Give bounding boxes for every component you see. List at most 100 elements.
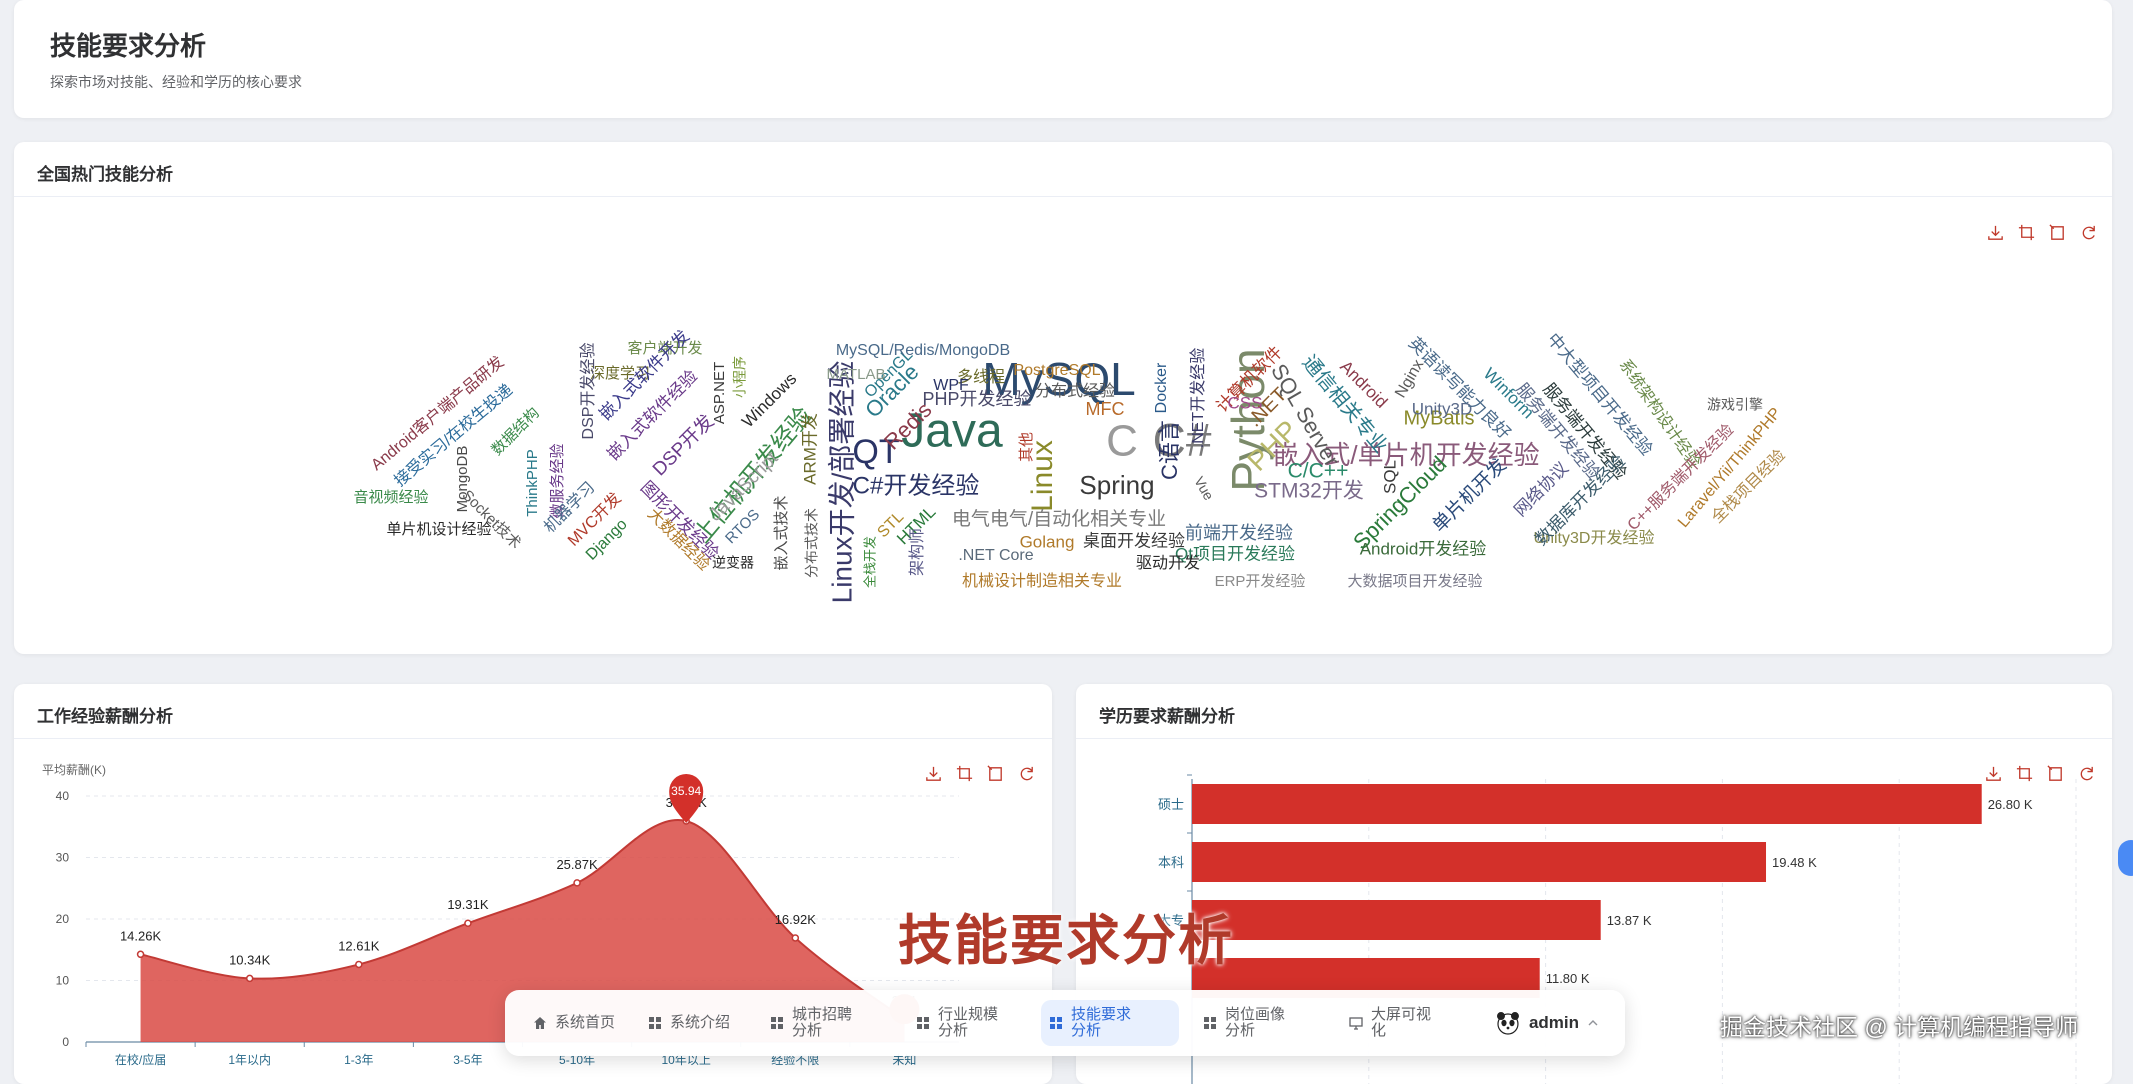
home-icon [534, 1017, 546, 1029]
overlay-title: 技能要求分析 [898, 911, 1234, 971]
wordcloud-word: Docker [1153, 362, 1170, 413]
skills-wordcloud: MySQLJava C C# PythonLinuxQTSpringC#开发经验Lin… [353, 326, 1788, 604]
wordcloud-word: 逆变器 [712, 555, 754, 571]
wordcloud-word: C/C++ [1288, 460, 1349, 483]
wordcloud-word: ASP.NET [711, 362, 728, 424]
wordcloud-word: 全栈开发 [862, 536, 877, 588]
wordcloud-word: Socket技术 [459, 487, 525, 553]
nav-home[interactable]: 系统首页 [525, 1000, 623, 1046]
wordcloud-word: 其他 [1018, 432, 1035, 462]
data-label: 16.92K [775, 912, 817, 927]
wordcloud-word: 前端开发经验 [1185, 523, 1293, 543]
wordcloud-word: 分布式技术 [804, 508, 820, 578]
data-label: 10.34K [229, 952, 271, 967]
nav-label: 系统介绍 [670, 1014, 731, 1031]
nav-intro[interactable]: 系统介绍 [640, 1000, 738, 1046]
nav-label: 技能要求分析 [1071, 1006, 1132, 1039]
avatar [1496, 1012, 1519, 1035]
wordcloud-word: .NET开发经验 [1189, 348, 1207, 448]
data-label: 25.87K [556, 857, 598, 872]
data-label: 14.26K [120, 928, 162, 943]
dock-nav: 系统首页 系统介绍 城市招聘分析 行业规模分析 技能要求分析 岗位画像分析 大屏… [505, 990, 1625, 1056]
nav-city[interactable]: 城市招聘分析 [762, 1000, 860, 1046]
data-point[interactable] [791, 934, 800, 942]
max-marker-pin [669, 773, 704, 823]
user-menu[interactable]: admin [1487, 1000, 1607, 1046]
nav-industry[interactable]: 行业规模分析 [908, 1000, 1006, 1046]
bar-value-label: 19.48 K [1772, 855, 1817, 870]
monitor-icon [1349, 1017, 1363, 1030]
nav-label: 城市招聘分析 [792, 1006, 853, 1039]
wordcloud-word: 大数据项目开发经验 [1347, 573, 1482, 590]
wordcloud-word: C [1106, 417, 1138, 466]
nav-skills[interactable]: 技能要求分析 [1041, 1000, 1179, 1046]
wordcloud-word: MATLAB [827, 366, 886, 383]
page-subtitle: 探索市场对技能、经验和学历的核心要求 [50, 74, 302, 90]
wordcloud-word: ARM开发 [800, 413, 819, 485]
wordcloud-word: STM32开发 [1254, 480, 1364, 503]
wordcloud-word: 架构师 [908, 528, 926, 576]
data-point[interactable] [136, 950, 145, 959]
page-title: 技能要求分析 [50, 31, 207, 61]
bar-value-label: 11.80 K [1546, 971, 1590, 986]
wordcloud-word: 电气电气/自动化相关专业 [952, 508, 1166, 530]
bar-value-label: 13.87 K [1607, 913, 1652, 928]
wordcloud-word: 游戏引擎 [1707, 397, 1763, 413]
wordcloud-word: DSP开发经验 [579, 343, 597, 440]
nav-label: 系统首页 [555, 1014, 616, 1031]
grid-icon [771, 1017, 783, 1029]
side-handle[interactable] [2118, 840, 2133, 876]
wordcloud-word: Vue [1191, 474, 1217, 503]
wordcloud-word: MySQL/Redis/MongoDB [836, 342, 1010, 359]
chevron-up-icon [1588, 1020, 1598, 1026]
wordcloud-word: PostgreSQL [1013, 362, 1100, 379]
y-tick-label: 10 [56, 974, 70, 988]
y-tick-label: 30 [56, 851, 70, 865]
nav-label: 大屏可视化 [1371, 1006, 1432, 1039]
data-point[interactable] [355, 960, 363, 969]
wordcloud-word: C语言 [1157, 420, 1182, 480]
header-card: 技能要求分析 探索市场对技能、经验和学历的核心要求 [14, 0, 2112, 118]
nav-label: 行业规模分析 [938, 1006, 999, 1039]
wordcloud-word: CSS [1228, 393, 1263, 412]
wordcloud-word: 音视频经验 [353, 489, 428, 506]
wordcloud-word: C#开发经验 [853, 472, 980, 499]
skills-card: 全国热门技能分析 MySQL Java C C# Python Linux QT Spring… [14, 142, 2112, 654]
wordcloud-word: ERP开发经验 [1215, 573, 1306, 590]
wordcloud-word: SQL [1380, 460, 1399, 494]
wordcloud-word: 单片机设计经验 [386, 521, 491, 538]
wordcloud-word: MFC [1086, 399, 1125, 419]
bar[interactable] [1192, 842, 1767, 882]
watermark: 掘金技术社区 @ 计算机编程指导师 [1720, 1014, 2079, 1040]
data-label: 19.31K [447, 897, 489, 912]
data-point[interactable] [573, 879, 581, 887]
bar[interactable] [1192, 900, 1601, 940]
data-label: 12.61K [338, 938, 380, 953]
data-point[interactable] [464, 919, 472, 927]
wordcloud-word: 分布式经验 [1035, 382, 1115, 400]
nav-label: 岗位画像分析 [1225, 1006, 1286, 1039]
wordcloud-word: Android开发经验 [1360, 539, 1487, 558]
bar-value-label: 26.80 K [1988, 797, 2033, 812]
grid-icon [649, 1017, 661, 1029]
y-tick-label: 本科 [1158, 855, 1184, 870]
wordcloud-word: ThinkPHP [524, 449, 541, 517]
user-name: admin [1528, 1013, 1580, 1032]
y-tick-label: 硕士 [1158, 797, 1184, 812]
wordcloud-word: .NET Core [958, 547, 1033, 564]
wordcloud-word: 小程序 [732, 356, 748, 398]
wordcloud-word: Linux开发/部署经验 [826, 361, 857, 604]
bar[interactable] [1192, 784, 1982, 824]
y-tick-label: 20 [56, 912, 70, 926]
y-tick-label: 40 [56, 789, 70, 803]
nav-bigscreen[interactable]: 大屏可视化 [1341, 1000, 1439, 1046]
wordcloud-word: WPF [933, 377, 969, 394]
y-axis-label: 平均薪酬(K) [42, 763, 106, 777]
grid-icon [917, 1017, 929, 1029]
grid-icon [1204, 1017, 1216, 1029]
max-marker-label: 35.94 [671, 784, 701, 798]
data-point[interactable] [245, 974, 254, 983]
grid-icon [1050, 1017, 1062, 1029]
wordcloud-word: 桌面开发经验 [1083, 531, 1185, 550]
nav-profile[interactable]: 岗位画像分析 [1195, 1000, 1293, 1046]
